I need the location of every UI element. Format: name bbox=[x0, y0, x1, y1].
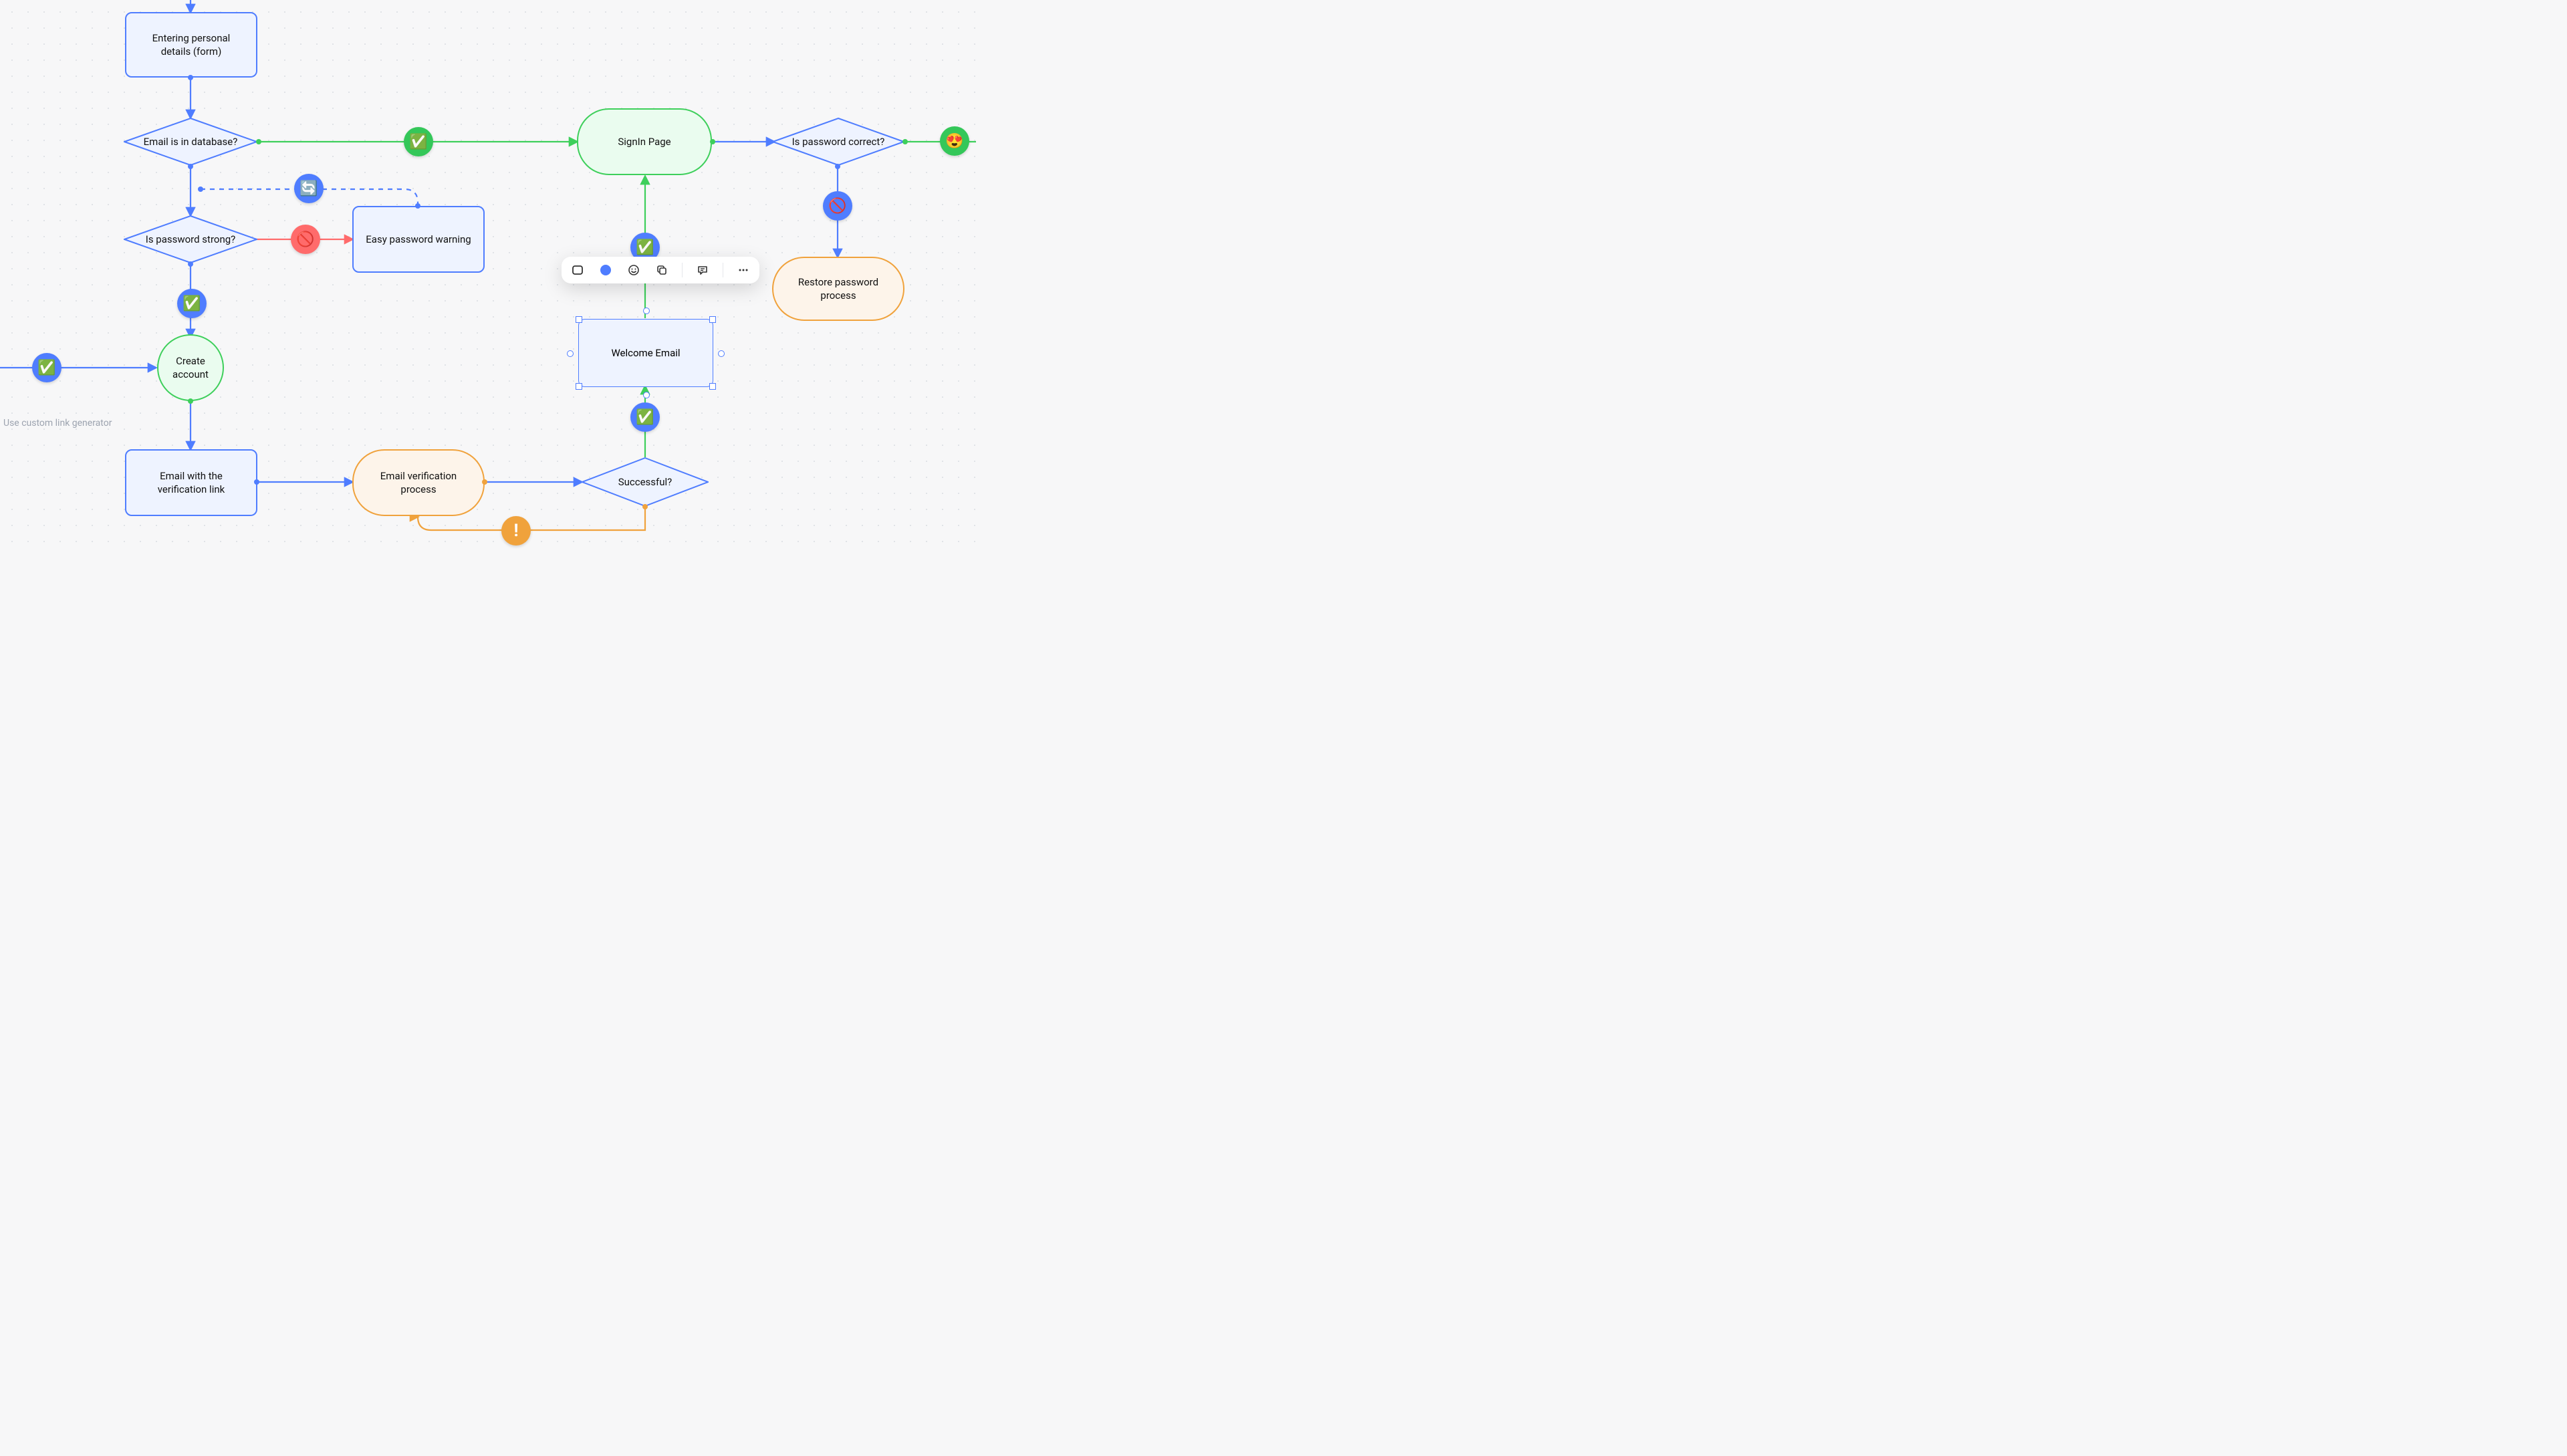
node-welcome-email-selected[interactable]: Welcome Email bbox=[578, 319, 713, 387]
no-entry-icon: 🚫 bbox=[291, 225, 320, 254]
connector-dot bbox=[188, 261, 193, 267]
connector-dot bbox=[642, 504, 648, 509]
node-is-password-strong[interactable]: Is password strong? bbox=[124, 215, 257, 263]
check-icon: ✅ bbox=[630, 402, 660, 432]
connector-dot bbox=[415, 203, 420, 209]
node-label: Easy password warning bbox=[366, 233, 471, 246]
no-entry-icon: 🚫 bbox=[823, 191, 852, 221]
node-entering-personal-details[interactable]: Entering personal details (form) bbox=[125, 12, 257, 78]
node-label: SignIn Page bbox=[618, 135, 670, 148]
connector-dot bbox=[188, 398, 193, 404]
node-email-verification-link[interactable]: Email with the verification link bbox=[125, 449, 257, 516]
node-label: Email is in database? bbox=[144, 136, 238, 148]
check-icon: ✅ bbox=[404, 127, 433, 156]
heart-eyes-icon: 😍 bbox=[940, 126, 969, 156]
selection-toolbar bbox=[562, 257, 759, 283]
connector-dot bbox=[902, 139, 908, 144]
node-label: Welcome Email bbox=[579, 320, 713, 386]
connector-dot bbox=[188, 75, 193, 80]
connector-dot bbox=[198, 187, 203, 192]
connector-dot bbox=[188, 164, 193, 169]
node-label: Successful? bbox=[618, 476, 673, 488]
node-is-password-correct[interactable]: Is password correct? bbox=[772, 118, 904, 166]
connector-dot bbox=[482, 479, 487, 485]
emoji-icon[interactable] bbox=[624, 261, 643, 279]
separator bbox=[682, 263, 683, 277]
node-label: Email verification process bbox=[380, 469, 457, 497]
node-label: Restore password process bbox=[798, 275, 878, 303]
check-icon: ✅ bbox=[32, 353, 62, 382]
connector-dot bbox=[256, 139, 261, 144]
exclamation-icon: ! bbox=[501, 516, 531, 545]
node-signin-page[interactable]: SignIn Page bbox=[577, 108, 712, 175]
node-label: Entering personal details (form) bbox=[152, 31, 231, 59]
copy-icon[interactable] bbox=[652, 261, 671, 279]
color-fill-icon[interactable] bbox=[596, 261, 615, 279]
refresh-icon: 🔄 bbox=[294, 174, 324, 203]
node-restore-password-process[interactable]: Restore password process bbox=[772, 257, 904, 321]
connector-dot bbox=[835, 164, 840, 169]
connector-dot bbox=[254, 479, 259, 485]
node-email-verification-process[interactable]: Email verification process bbox=[352, 449, 485, 516]
more-icon[interactable] bbox=[734, 261, 753, 279]
annotation-text: Use custom link generator bbox=[3, 418, 112, 429]
node-label: Create account bbox=[172, 354, 209, 382]
node-label: Email with the verification link bbox=[158, 469, 225, 497]
flowchart-canvas[interactable]: Entering personal details (form) Email i… bbox=[0, 0, 976, 555]
node-create-account[interactable]: Create account bbox=[157, 334, 224, 401]
comment-icon[interactable] bbox=[693, 261, 712, 279]
node-email-in-database[interactable]: Email is in database? bbox=[124, 118, 257, 166]
connector-dot bbox=[710, 139, 715, 144]
rectangle-icon[interactable] bbox=[568, 261, 587, 279]
node-label: Is password strong? bbox=[146, 233, 236, 245]
node-successful[interactable]: Successful? bbox=[582, 457, 709, 507]
check-icon: ✅ bbox=[177, 289, 207, 318]
node-easy-password-warning[interactable]: Easy password warning bbox=[352, 206, 485, 273]
node-label: Is password correct? bbox=[792, 136, 885, 148]
